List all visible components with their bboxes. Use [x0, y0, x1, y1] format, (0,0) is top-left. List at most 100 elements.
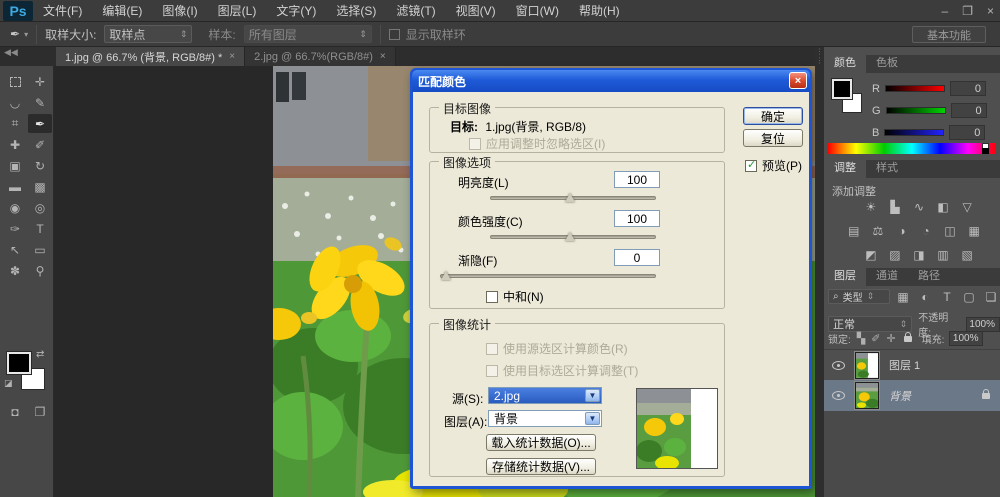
menu-image[interactable]: 图像(I)	[152, 0, 207, 22]
fill-value[interactable]: 100%	[949, 331, 983, 346]
reset-button[interactable]: 复位	[743, 129, 803, 147]
color-spectrum-ramp[interactable]	[828, 143, 996, 154]
vibrance-icon[interactable]: ▽	[959, 199, 976, 214]
foreground-color-swatch[interactable]	[7, 352, 31, 374]
show-sample-ring-checkbox[interactable]	[389, 29, 400, 40]
selective-color-icon[interactable]: ▥	[935, 247, 952, 262]
lock-all-icon[interactable]	[904, 336, 912, 342]
close-window-button[interactable]: ×	[987, 4, 994, 18]
exposure-icon[interactable]: ◧	[935, 199, 952, 214]
menu-file[interactable]: 文件(F)	[33, 0, 92, 22]
close-tab-icon[interactable]: ×	[380, 51, 386, 62]
intensity-input[interactable]: 100	[614, 210, 660, 227]
close-tab-icon[interactable]: ×	[229, 51, 235, 62]
blend-mode-dropdown[interactable]: 正常⇕	[828, 316, 912, 332]
sample-size-dropdown[interactable]: 取样点⇕	[104, 25, 192, 43]
levels-icon[interactable]: ▙	[886, 199, 903, 214]
eyedropper-preset-icon[interactable]: ✒	[10, 27, 20, 41]
lock-transparency-icon[interactable]: ▚	[857, 332, 865, 345]
fade-slider-thumb[interactable]	[441, 271, 451, 280]
luminance-slider-thumb[interactable]	[565, 193, 575, 202]
filter-type-layers-icon[interactable]: T	[940, 289, 954, 304]
blue-value[interactable]: 0	[949, 125, 985, 140]
history-brush-tool[interactable]: ↻	[28, 156, 52, 175]
intensity-slider[interactable]	[490, 235, 656, 239]
black-white-icon[interactable]: ◑	[893, 223, 910, 238]
chevron-down-icon[interactable]: ▼	[585, 412, 600, 425]
tab-color[interactable]: 颜色	[824, 52, 866, 73]
panel-dock-divider[interactable]: ⋮⋮	[815, 47, 824, 497]
opacity-value[interactable]: 100%	[966, 317, 1000, 332]
document-tab-2[interactable]: 2.jpg @ 66.7%(RGB/8#) ×	[245, 47, 396, 66]
layer-row-1[interactable]: 图层 1	[824, 349, 1000, 380]
swap-colors-icon[interactable]: ⇄	[36, 349, 44, 360]
layer-dropdown[interactable]: 背景 ▼	[488, 410, 602, 427]
menu-type[interactable]: 文字(Y)	[266, 0, 326, 22]
spectrum-black-swatch[interactable]	[982, 148, 989, 154]
color-lookup-icon[interactable]: ▦	[966, 223, 983, 238]
red-value[interactable]: 0	[950, 81, 986, 96]
green-value[interactable]: 0	[951, 103, 987, 118]
minimize-button[interactable]: –	[942, 4, 949, 18]
brightness-contrast-icon[interactable]: ☀	[862, 199, 879, 214]
collapse-toolbar-icon[interactable]: ◀◀	[0, 47, 56, 58]
color-balance-icon[interactable]: ⚖	[869, 223, 886, 238]
move-tool[interactable]: ✛	[28, 72, 52, 91]
eyedropper-tool[interactable]: ✒	[28, 114, 52, 133]
filter-shape-layers-icon[interactable]: ▢	[962, 289, 976, 304]
posterize-icon[interactable]: ▨	[886, 247, 903, 262]
luminance-input[interactable]: 100	[614, 171, 660, 188]
green-slider[interactable]	[886, 107, 946, 114]
clone-stamp-tool[interactable]: ▣	[3, 156, 27, 175]
sample-layers-dropdown[interactable]: 所有图层⇕	[244, 25, 372, 43]
tab-layers[interactable]: 图层	[824, 265, 866, 286]
dialog-title-bar[interactable]: 匹配颜色 ×	[412, 70, 810, 92]
fade-slider[interactable]	[440, 274, 656, 278]
crop-tool[interactable]: ⌗	[3, 114, 27, 133]
lock-position-icon[interactable]: ✛	[886, 332, 895, 345]
menu-filter[interactable]: 滤镜(T)	[386, 0, 445, 22]
filter-smart-objects-icon[interactable]: ❏	[984, 289, 998, 304]
tab-swatches[interactable]: 色板	[866, 52, 908, 73]
lasso-tool[interactable]: ◡	[3, 93, 27, 112]
eraser-tool[interactable]: ▬	[3, 177, 27, 196]
preview-checkbox[interactable]: ✓	[745, 160, 757, 172]
fade-input[interactable]: 0	[614, 249, 660, 266]
menu-view[interactable]: 视图(V)	[446, 0, 506, 22]
luminance-slider[interactable]	[490, 196, 656, 200]
path-select-tool[interactable]: ↖	[3, 240, 27, 259]
dialog-close-button[interactable]: ×	[789, 72, 807, 89]
gradient-map-icon[interactable]: ▧	[959, 247, 976, 262]
tab-channels[interactable]: 通道	[866, 265, 908, 286]
shape-tool[interactable]: ▭	[28, 240, 52, 259]
load-statistics-button[interactable]: 载入统计数据(O)...	[486, 434, 596, 451]
healing-brush-tool[interactable]: ✚	[3, 135, 27, 154]
tab-styles[interactable]: 样式	[866, 157, 908, 178]
dodge-tool[interactable]: ◎	[28, 198, 52, 217]
quick-select-tool[interactable]: ✎	[28, 93, 52, 112]
layer-row-background[interactable]: 背景	[824, 380, 1000, 411]
type-tool[interactable]: T	[28, 219, 52, 238]
restore-button[interactable]: ❐	[962, 4, 973, 18]
visibility-eye-icon[interactable]	[832, 361, 845, 370]
tab-paths[interactable]: 路径	[908, 265, 950, 286]
gradient-tool[interactable]: ▩	[28, 177, 52, 196]
menu-select[interactable]: 选择(S)	[326, 0, 386, 22]
screen-mode-button[interactable]: ❐	[28, 402, 52, 421]
neutralize-checkbox[interactable]	[486, 291, 498, 303]
menu-help[interactable]: 帮助(H)	[569, 0, 630, 22]
menu-window[interactable]: 窗口(W)	[506, 0, 569, 22]
source-dropdown[interactable]: 2.jpg ▼	[488, 387, 602, 404]
save-statistics-button[interactable]: 存储统计数据(V)...	[486, 458, 596, 475]
blue-slider[interactable]	[884, 129, 944, 136]
zoom-tool[interactable]: ⚲	[28, 261, 52, 280]
ok-button[interactable]: 确定	[743, 107, 803, 125]
curves-icon[interactable]: ∿	[911, 199, 928, 214]
marquee-tool[interactable]	[3, 72, 27, 91]
quick-mask-button[interactable]: ◘	[3, 402, 27, 421]
red-slider[interactable]	[885, 85, 945, 92]
document-tab-1[interactable]: 1.jpg @ 66.7% (背景, RGB/8#) * ×	[56, 47, 245, 66]
brush-tool[interactable]: ✐	[28, 135, 52, 154]
tab-adjustments[interactable]: 调整	[824, 157, 866, 178]
menu-edit[interactable]: 编辑(E)	[92, 0, 152, 22]
